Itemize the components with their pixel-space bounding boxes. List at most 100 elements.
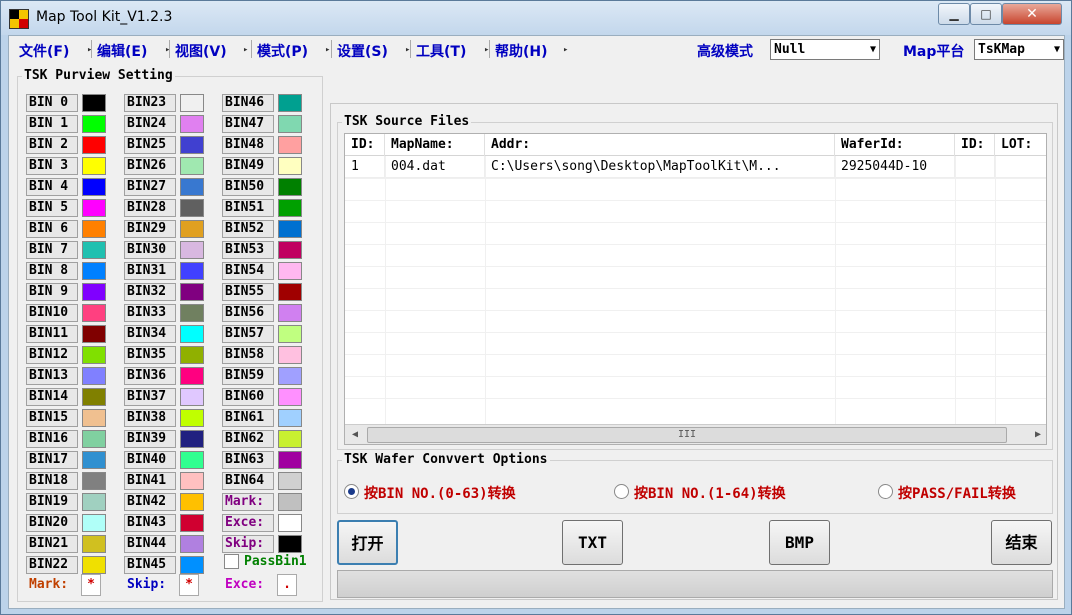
bin-color-swatch[interactable] bbox=[180, 136, 204, 154]
legend-symbol-input[interactable]: . bbox=[277, 574, 297, 596]
bin-color-swatch[interactable] bbox=[278, 409, 302, 427]
map-platform-select[interactable]: TsKMap ▼ bbox=[974, 39, 1064, 60]
bin-color-swatch[interactable] bbox=[180, 430, 204, 448]
column-header[interactable]: Addr: bbox=[485, 134, 835, 156]
column-header[interactable]: MapName: bbox=[385, 134, 485, 156]
column-header[interactable]: WaferId: bbox=[835, 134, 955, 156]
bin-color-swatch[interactable] bbox=[82, 346, 106, 364]
bin-color-swatch[interactable] bbox=[82, 556, 106, 574]
bin-color-swatch[interactable] bbox=[82, 115, 106, 133]
bin-color-swatch[interactable] bbox=[180, 199, 204, 217]
bin-color-swatch[interactable] bbox=[180, 493, 204, 511]
bin-color-swatch[interactable] bbox=[180, 94, 204, 112]
bin-color-swatch[interactable] bbox=[82, 409, 106, 427]
special-color-swatch[interactable] bbox=[278, 514, 302, 532]
bin-color-swatch[interactable] bbox=[278, 346, 302, 364]
bin-color-swatch[interactable] bbox=[180, 220, 204, 238]
bin-color-swatch[interactable] bbox=[82, 157, 106, 175]
bin-color-swatch[interactable] bbox=[82, 304, 106, 322]
bin-color-swatch[interactable] bbox=[82, 493, 106, 511]
bin-color-swatch[interactable] bbox=[278, 241, 302, 259]
bin-color-swatch[interactable] bbox=[278, 472, 302, 490]
bin-color-swatch[interactable] bbox=[180, 157, 204, 175]
bin-color-swatch[interactable] bbox=[278, 388, 302, 406]
title-bar[interactable]: Map Tool Kit_V1.2.3 ▁ □ ✕ bbox=[1, 1, 1071, 35]
bin-color-swatch[interactable] bbox=[82, 325, 106, 343]
bin-color-swatch[interactable] bbox=[278, 451, 302, 469]
column-header[interactable]: ID: bbox=[955, 134, 995, 156]
bin-color-swatch[interactable] bbox=[278, 220, 302, 238]
passbin-checkbox[interactable] bbox=[224, 554, 239, 569]
bin-color-swatch[interactable] bbox=[82, 535, 106, 553]
bin-color-swatch[interactable] bbox=[278, 178, 302, 196]
open-button[interactable]: 打开 bbox=[337, 520, 398, 565]
bin-color-swatch[interactable] bbox=[278, 157, 302, 175]
bin-color-swatch[interactable] bbox=[180, 451, 204, 469]
column-header[interactable]: LOT: bbox=[995, 134, 1046, 156]
bin-color-swatch[interactable] bbox=[82, 220, 106, 238]
radio-button[interactable] bbox=[878, 484, 893, 499]
end-button[interactable]: 结束 bbox=[991, 520, 1052, 565]
bin-color-swatch[interactable] bbox=[82, 136, 106, 154]
bin-color-swatch[interactable] bbox=[278, 199, 302, 217]
scroll-left-icon[interactable]: ◀ bbox=[347, 427, 363, 443]
table-row[interactable]: 1 004.dat C:\Users\song\Desktop\MapToolKit… bbox=[345, 156, 1046, 178]
bin-color-swatch[interactable] bbox=[180, 241, 204, 259]
bin-color-swatch[interactable] bbox=[180, 472, 204, 490]
bin-color-swatch[interactable] bbox=[278, 367, 302, 385]
bin-color-swatch[interactable] bbox=[278, 94, 302, 112]
bin-color-swatch[interactable] bbox=[180, 346, 204, 364]
menu-item[interactable]: 帮助(H) bbox=[495, 41, 548, 61]
bin-color-swatch[interactable] bbox=[278, 136, 302, 154]
bin-color-swatch[interactable] bbox=[82, 283, 106, 301]
menu-item[interactable]: 工具(T) bbox=[416, 41, 466, 61]
scroll-thumb[interactable]: III bbox=[367, 427, 1007, 443]
bin-color-swatch[interactable] bbox=[82, 178, 106, 196]
bin-color-swatch[interactable] bbox=[82, 241, 106, 259]
menu-item[interactable]: 编辑(E) bbox=[97, 41, 147, 61]
bin-color-swatch[interactable] bbox=[278, 430, 302, 448]
bin-color-swatch[interactable] bbox=[180, 115, 204, 133]
special-color-swatch[interactable] bbox=[278, 535, 302, 553]
bin-color-swatch[interactable] bbox=[180, 409, 204, 427]
radio-button[interactable] bbox=[614, 484, 629, 499]
bin-color-swatch[interactable] bbox=[82, 430, 106, 448]
bin-color-swatch[interactable] bbox=[82, 451, 106, 469]
bin-color-swatch[interactable] bbox=[82, 388, 106, 406]
bin-color-swatch[interactable] bbox=[180, 388, 204, 406]
bmp-button[interactable]: BMP bbox=[769, 520, 830, 565]
column-header[interactable]: ID: bbox=[345, 134, 385, 156]
bin-color-swatch[interactable] bbox=[82, 262, 106, 280]
menu-item[interactable]: 视图(V) bbox=[175, 41, 227, 61]
maximize-button[interactable]: □ bbox=[970, 3, 1002, 25]
bin-color-swatch[interactable] bbox=[278, 283, 302, 301]
bin-color-swatch[interactable] bbox=[82, 514, 106, 532]
bin-color-swatch[interactable] bbox=[278, 304, 302, 322]
bin-color-swatch[interactable] bbox=[180, 556, 204, 574]
bin-color-swatch[interactable] bbox=[82, 94, 106, 112]
bin-color-swatch[interactable] bbox=[180, 262, 204, 280]
legend-symbol-input[interactable]: * bbox=[179, 574, 199, 596]
menu-item[interactable]: 模式(P) bbox=[257, 41, 308, 61]
bin-color-swatch[interactable] bbox=[82, 367, 106, 385]
menu-item[interactable]: 文件(F) bbox=[19, 41, 69, 61]
bin-color-swatch[interactable] bbox=[180, 178, 204, 196]
minimize-button[interactable]: ▁ bbox=[938, 3, 970, 25]
menu-item[interactable]: 设置(S) bbox=[337, 41, 388, 61]
bin-color-swatch[interactable] bbox=[180, 304, 204, 322]
bin-color-swatch[interactable] bbox=[180, 283, 204, 301]
bin-color-swatch[interactable] bbox=[278, 325, 302, 343]
source-files-table[interactable]: ID: MapName: Addr: WaferId: ID: LOT: 1 004.dat… bbox=[344, 133, 1047, 445]
bin-color-swatch[interactable] bbox=[180, 535, 204, 553]
bin-color-swatch[interactable] bbox=[180, 367, 204, 385]
advanced-mode-select[interactable]: Null ▼ bbox=[770, 39, 880, 60]
bin-color-swatch[interactable] bbox=[82, 472, 106, 490]
legend-symbol-input[interactable]: * bbox=[81, 574, 101, 596]
bin-color-swatch[interactable] bbox=[180, 514, 204, 532]
special-color-swatch[interactable] bbox=[278, 493, 302, 511]
horizontal-scrollbar[interactable]: ◀ III ▶ bbox=[345, 424, 1046, 444]
bin-color-swatch[interactable] bbox=[180, 325, 204, 343]
close-button[interactable]: ✕ bbox=[1002, 3, 1062, 25]
bin-color-swatch[interactable] bbox=[82, 199, 106, 217]
bin-color-swatch[interactable] bbox=[278, 262, 302, 280]
